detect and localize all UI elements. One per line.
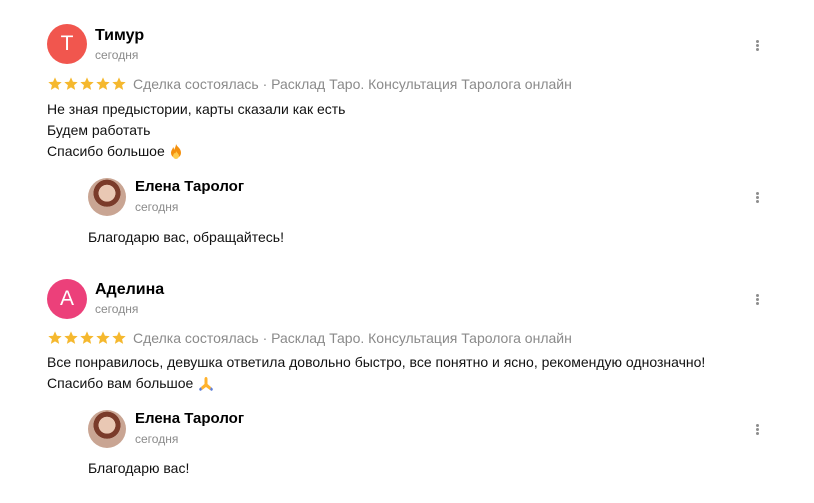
review-line: Все понравилось, девушка ответила доволь… bbox=[47, 354, 706, 370]
avatar[interactable] bbox=[88, 410, 126, 448]
reply-author-name[interactable]: Елена Таролог bbox=[135, 410, 244, 428]
pray-emoji-icon bbox=[197, 375, 215, 397]
more-vertical-icon bbox=[755, 293, 759, 306]
review-text: Все понравилось, девушка ответила доволь… bbox=[47, 352, 705, 397]
review-rating-line: Сделка состоялась · Расклад Таро. Консул… bbox=[47, 328, 572, 348]
star-rating bbox=[47, 330, 127, 346]
more-options-button[interactable] bbox=[747, 289, 767, 309]
review-meta: Сделка состоялась · Расклад Таро. Консул… bbox=[133, 330, 572, 346]
reply-date: сегодня bbox=[135, 432, 179, 446]
star-icon bbox=[79, 330, 95, 346]
star-icon bbox=[47, 330, 63, 346]
avatar[interactable]: А bbox=[47, 279, 87, 319]
review-card: А Аделина сегодня Сделка состоялась · Ра… bbox=[0, 0, 814, 503]
more-vertical-icon bbox=[755, 423, 759, 436]
star-icon bbox=[111, 330, 127, 346]
more-options-button[interactable] bbox=[747, 419, 767, 439]
star-icon bbox=[63, 330, 79, 346]
star-icon bbox=[95, 330, 111, 346]
review-author-name[interactable]: Аделина bbox=[95, 281, 164, 299]
review-line: Спасибо вам большое bbox=[47, 373, 705, 397]
reply-text: Благодарю вас! bbox=[88, 460, 190, 476]
review-date: сегодня bbox=[95, 302, 139, 316]
